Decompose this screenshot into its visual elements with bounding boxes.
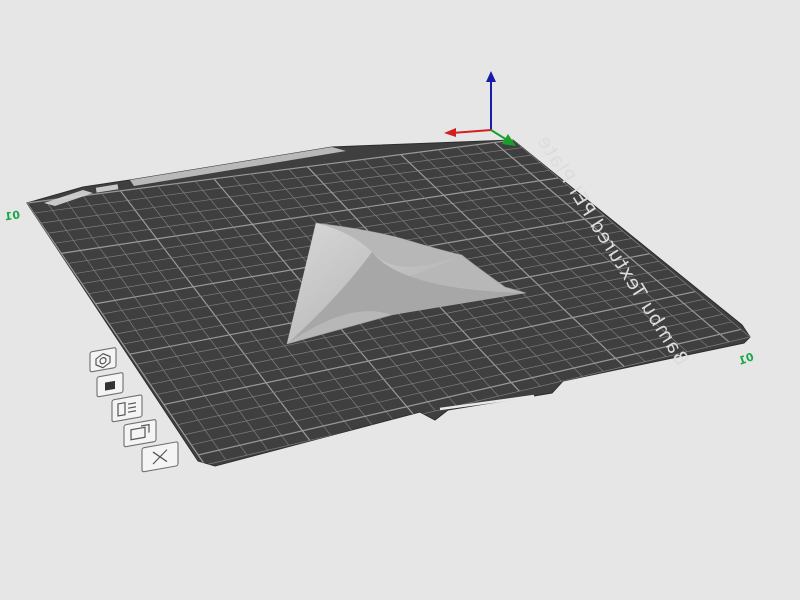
z-axis-arrow [486,71,496,82]
svg-text:01: 01 [737,350,756,367]
arrange-button[interactable] [111,394,143,423]
build-plate-scene[interactable]: Bambu Textured PEI Plate 01 01 [0,0,800,600]
x-axis [451,129,492,134]
cube-icon [105,380,115,391]
plate-index-right: 01 [737,350,756,367]
axis-gizmo [444,71,516,146]
x-axis-arrow [444,128,456,137]
plate-index-left: 01 [4,208,21,223]
3d-viewport[interactable]: Bambu Textured PEI Plate 01 01 [0,0,800,600]
auto-orient-button[interactable] [89,347,117,373]
svg-text:01: 01 [4,208,21,223]
fill-bed-button[interactable] [96,372,124,398]
